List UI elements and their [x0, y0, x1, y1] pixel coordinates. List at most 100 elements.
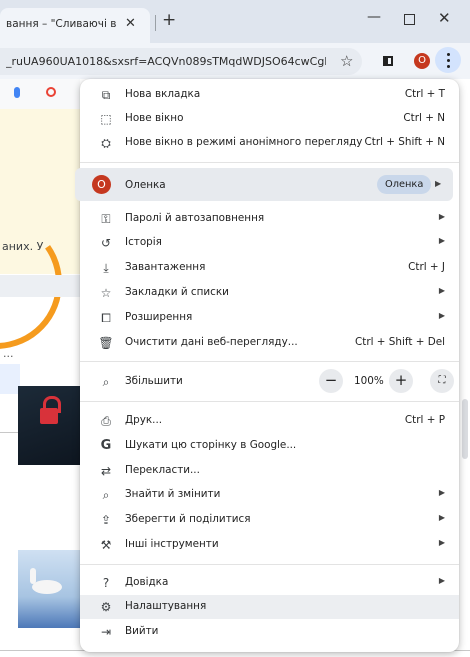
- menu-item-label: Нова вкладка: [125, 88, 201, 100]
- menu-divider: [80, 401, 459, 402]
- chevron-right-icon: ▶: [438, 236, 445, 245]
- menu-item-passwords[interactable]: ⚿ Паролі й автозаповнення ▶: [80, 207, 459, 231]
- microphone-icon[interactable]: [14, 87, 20, 98]
- help-icon: ?: [102, 576, 110, 590]
- lens-icon[interactable]: [46, 87, 56, 97]
- menu-item-exit[interactable]: ⇥ Вийти: [80, 620, 459, 644]
- history-icon: ↺: [100, 236, 112, 250]
- find-icon: ⌕: [102, 488, 110, 502]
- menu-item-label: Перекласти...: [125, 464, 200, 476]
- tab-strip: вання – "Сливаючі в ✕ + — ✕: [0, 0, 470, 43]
- grey-strip: [0, 275, 80, 297]
- ellipsis-text: ...: [3, 347, 14, 360]
- toolbar: _ruUA960UA1018&sxsrf=ACQVn089sTMqdWDJSO6…: [0, 43, 470, 79]
- url-text: _ruUA960UA1018&sxsrf=ACQVn089sTMqdWDJSO6…: [6, 55, 326, 68]
- address-bar[interactable]: _ruUA960UA1018&sxsrf=ACQVn089sTMqdWDJSO6…: [0, 48, 362, 75]
- new-window-icon: ⬚: [100, 112, 112, 126]
- settings-icon: ⚙: [100, 600, 112, 614]
- menu-item-new-window[interactable]: ⬚ Нове вікно Ctrl + N: [80, 107, 459, 131]
- share-icon: ⇪: [100, 513, 112, 527]
- menu-item-label: Історія: [125, 236, 162, 248]
- menu-item-label: Вийти: [125, 625, 159, 637]
- toolbox-icon: ⚒: [100, 538, 112, 552]
- menu-item-label: Налаштування: [125, 600, 207, 612]
- chevron-right-icon: ▶: [438, 513, 445, 522]
- menu-item-shortcut: Ctrl + N: [403, 112, 445, 124]
- scrollbar-thumb[interactable]: [462, 399, 468, 459]
- menu-item-downloads[interactable]: ⤓ Завантаження Ctrl + J: [80, 256, 459, 280]
- tab-separator: [155, 15, 156, 31]
- fullscreen-button[interactable]: ⛶: [430, 369, 454, 393]
- zoom-out-button[interactable]: −: [319, 369, 343, 393]
- menu-item-extensions[interactable]: ⧠ Розширення ▶: [80, 306, 459, 330]
- chevron-right-icon: ▶: [438, 212, 445, 221]
- menu-item-label: Завантаження: [125, 261, 206, 273]
- menu-item-incognito-window[interactable]: ⛭ Нове вікно в режимі анонімного перегля…: [80, 131, 459, 155]
- zoom-in-button[interactable]: +: [389, 369, 413, 393]
- swan-body: [32, 580, 62, 594]
- new-tab-button[interactable]: +: [162, 10, 176, 30]
- profile-name: Оленка: [125, 179, 166, 191]
- window-close-button[interactable]: ✕: [438, 9, 451, 27]
- extensions-icon: ⧠: [101, 311, 111, 325]
- chevron-right-icon: ▶: [435, 179, 442, 188]
- menu-item-label: Довідка: [125, 576, 169, 588]
- menu-item-shortcut: Ctrl + Shift + N: [364, 136, 445, 148]
- avatar: O: [92, 175, 111, 194]
- maximize-button[interactable]: [404, 14, 415, 25]
- profile-avatar-button[interactable]: O: [414, 53, 430, 69]
- zoom-icon: ⌕: [102, 375, 110, 389]
- chevron-right-icon: ▶: [438, 311, 445, 320]
- chevron-right-icon: ▶: [438, 576, 445, 585]
- tab-title: вання – "Сливаючі в: [6, 18, 117, 30]
- menu-item-settings[interactable]: ⚙ Налаштування: [80, 595, 459, 619]
- menu-item-shortcut: Ctrl + T: [404, 88, 445, 100]
- menu-item-label: Нове вікно: [125, 112, 184, 124]
- selection-strip: [0, 364, 20, 394]
- menu-item-label: Інші інструменти: [125, 538, 219, 550]
- star-icon: ☆: [100, 286, 112, 300]
- chevron-right-icon: ▶: [438, 488, 445, 497]
- menu-item-label: Очистити дані веб-перегляду...: [125, 336, 298, 348]
- menu-item-label: Збільшити: [125, 375, 183, 387]
- menu-divider: [80, 564, 459, 565]
- divider: [0, 432, 18, 433]
- menu-item-label: Знайти й змінити: [125, 488, 221, 500]
- menu-item-shortcut: Ctrl + Shift + Del: [354, 336, 445, 348]
- menu-item-shortcut: Ctrl + J: [408, 261, 445, 273]
- new-tab-icon: ⧉: [101, 88, 111, 102]
- active-tab[interactable]: вання – "Сливаючі в ✕: [0, 8, 150, 43]
- chevron-right-icon: ▶: [438, 538, 445, 547]
- menu-item-save-share[interactable]: ⇪ Зберегти й поділитися ▶: [80, 508, 459, 532]
- menu-item-profile[interactable]: O Оленка Оленка ▶: [75, 168, 453, 201]
- menu-item-translate[interactable]: ⇄ Перекласти...: [80, 459, 459, 483]
- incognito-icon: ⛭: [101, 136, 111, 150]
- menu-divider: [80, 162, 459, 163]
- menu-item-bookmarks[interactable]: ☆ Закладки й списки ▶: [80, 281, 459, 305]
- side-panel-icon[interactable]: [383, 56, 393, 66]
- trash-icon: 🗑: [98, 336, 114, 350]
- translate-icon: ⇄: [100, 464, 112, 478]
- menu-item-more-tools[interactable]: ⚒ Інші інструменти ▶: [80, 533, 459, 557]
- menu-item-history[interactable]: ↺ Історія ▶: [80, 231, 459, 255]
- menu-item-search-google[interactable]: G Шукати цю сторінку в Google...: [80, 434, 459, 458]
- swan-thumbnail[interactable]: [18, 550, 80, 628]
- google-icon: G: [100, 438, 112, 453]
- menu-divider: [80, 361, 459, 362]
- lock-icon: [40, 408, 58, 424]
- menu-item-print[interactable]: ⎙ Друк... Ctrl + P: [80, 409, 459, 433]
- profile-chip: Оленка: [377, 175, 432, 194]
- menu-item-label: Зберегти й поділитися: [125, 513, 251, 525]
- chrome-menu-button[interactable]: [435, 47, 461, 73]
- menu-item-find-replace[interactable]: ⌕ Знайти й змінити ▶: [80, 483, 459, 507]
- tab-close-icon[interactable]: ✕: [125, 16, 136, 31]
- menu-item-label: Друк...: [125, 414, 163, 426]
- menu-item-help[interactable]: ? Довідка ▶: [80, 571, 459, 595]
- menu-item-label: Розширення: [125, 311, 193, 323]
- kebab-dot: [447, 65, 450, 68]
- lock-thumbnail[interactable]: [18, 386, 80, 465]
- minimize-button[interactable]: —: [367, 9, 381, 25]
- bookmark-star-icon[interactable]: ☆: [340, 52, 353, 70]
- menu-item-new-tab[interactable]: ⧉ Нова вкладка Ctrl + T: [80, 83, 459, 107]
- menu-item-clear-data[interactable]: 🗑 Очистити дані веб-перегляду... Ctrl + …: [80, 331, 459, 355]
